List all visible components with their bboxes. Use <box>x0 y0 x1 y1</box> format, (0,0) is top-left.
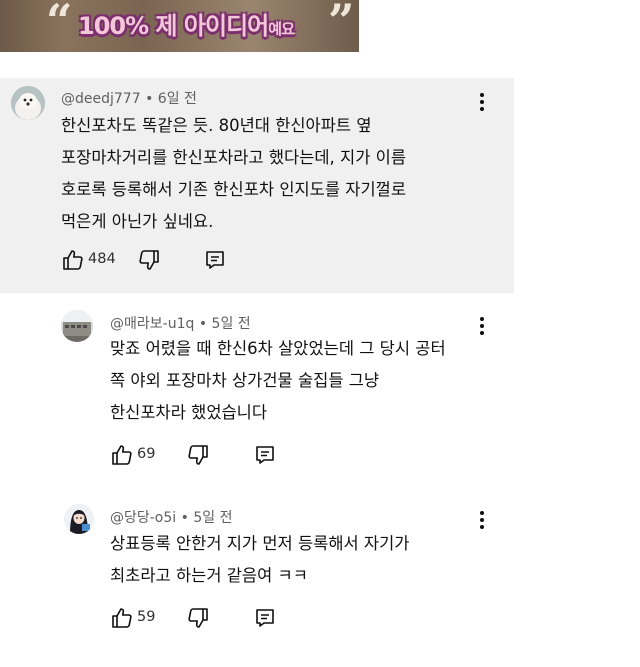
comment-line: 상표등록 안한거 지가 먼저 등록해서 자기가 <box>110 534 410 553</box>
comment-author[interactable]: @당당-o5i <box>110 510 176 526</box>
comment-1: @deedj777 • 6일 전 한신포차도 똑같은 듯. 80년대 한신아파트… <box>0 78 514 293</box>
comment-meta: @당당-o5i • 5일 전 <box>110 507 232 527</box>
like-icon[interactable] <box>110 606 134 630</box>
comment-meta: @deedj777 • 6일 전 <box>61 88 197 108</box>
comment-line: 한신포차라 했었습니다 <box>110 403 268 422</box>
meta-separator: • <box>180 510 189 526</box>
comment-author[interactable]: @deedj777 <box>61 91 141 107</box>
comment-time[interactable]: 6일 전 <box>158 91 197 107</box>
dislike-icon[interactable] <box>186 443 210 467</box>
reply-icon[interactable] <box>253 443 277 467</box>
meta-separator: • <box>198 316 208 332</box>
comment-line: 맞죠 어렸을 때 한신6차 살았었는데 그 당시 공터 <box>110 339 446 358</box>
more-options-icon[interactable] <box>473 509 491 531</box>
anime-girl-avatar-icon[interactable] <box>64 504 94 534</box>
comment-line: 최초라고 하는거 같음여 ㅋㅋ <box>110 566 308 585</box>
comment-3: @당당-o5i • 5일 전 상표등록 안한거 지가 먼저 등록해서 자기가 최… <box>0 493 640 667</box>
comment-line: 호로록 등록해서 기존 한신포차 인지도를 자기껄로 <box>61 180 407 199</box>
quote-open-mark: “ <box>46 0 73 48</box>
like-icon[interactable] <box>61 248 85 272</box>
video-thumbnail[interactable]: “ 100% 제 아이디어예요 ” <box>0 0 359 52</box>
thumbnail-caption: 100% 제 아이디어예요 <box>78 6 295 41</box>
like-count: 484 <box>88 251 116 267</box>
comment-text: 상표등록 안한거 지가 먼저 등록해서 자기가 최초라고 하는거 같음여 ㅋㅋ <box>110 528 409 592</box>
like-icon[interactable] <box>110 443 134 467</box>
comment-line: 먹은게 아닌가 싶네요. <box>61 212 214 231</box>
thumbnail-caption-main: 100% 제 아이디어 <box>78 12 269 40</box>
dislike-icon[interactable] <box>186 606 210 630</box>
dog-avatar-icon[interactable] <box>11 86 45 120</box>
more-options-icon[interactable] <box>473 91 491 113</box>
comment-text: 한신포차도 똑같은 듯. 80년대 한신아파트 옆 포장마차거리를 한신포차라고… <box>61 110 406 238</box>
comment-author[interactable]: @매라보-u1q <box>110 316 194 332</box>
comment-time[interactable]: 5일 전 <box>193 510 232 526</box>
more-options-icon[interactable] <box>473 315 491 337</box>
like-count: 59 <box>137 609 156 625</box>
quote-close-mark: ” <box>328 0 355 48</box>
meta-separator: • <box>145 91 154 107</box>
like-count: 69 <box>137 446 156 462</box>
reply-icon[interactable] <box>253 606 277 630</box>
building-avatar-icon[interactable] <box>61 310 93 342</box>
dislike-icon[interactable] <box>137 248 161 272</box>
comment-text: 맞죠 어렸을 때 한신6차 살았었는데 그 당시 공터 쪽 야외 포장마차 상가… <box>110 333 446 429</box>
thumbnail-caption-tail: 예요 <box>268 20 295 38</box>
reply-icon[interactable] <box>203 248 227 272</box>
comment-meta: @매라보-u1q • 5일 전 <box>110 313 251 333</box>
comment-line: 쪽 야외 포장마차 상가건물 술집들 그냥 <box>110 371 380 390</box>
comment-time[interactable]: 5일 전 <box>212 316 251 332</box>
comment-2: @매라보-u1q • 5일 전 맞죠 어렸을 때 한신6차 살았었는데 그 당시… <box>0 293 640 493</box>
comment-line: 포장마차거리를 한신포차라고 했다는데, 지가 이름 <box>61 148 407 167</box>
comment-line: 한신포차도 똑같은 듯. 80년대 한신아파트 옆 <box>61 116 372 135</box>
